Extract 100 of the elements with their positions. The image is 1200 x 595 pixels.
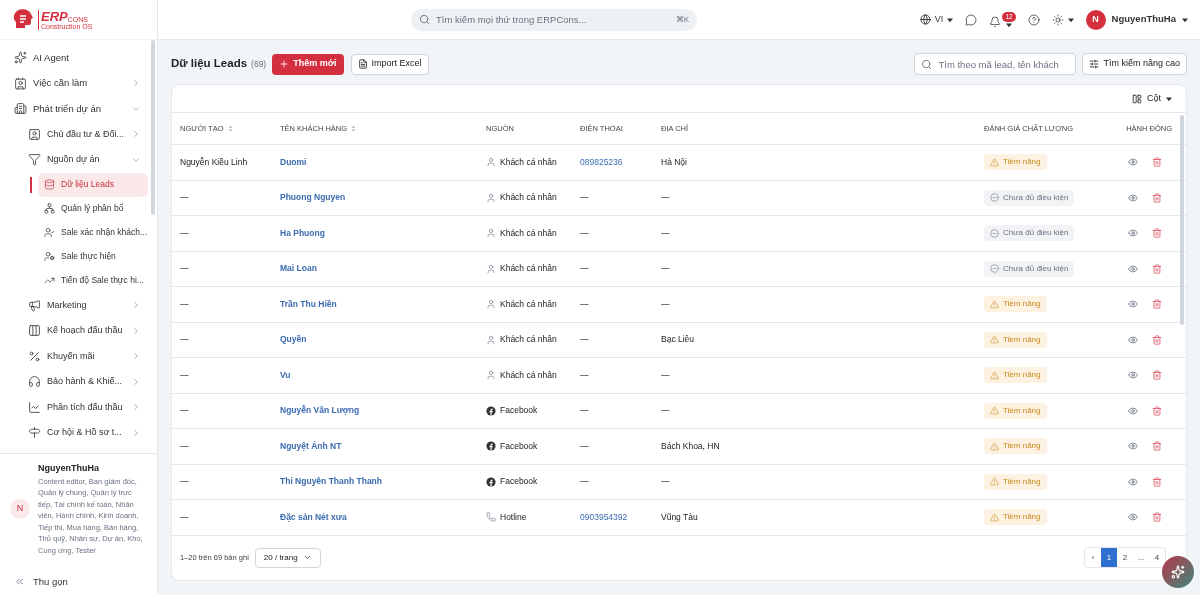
user-check-icon xyxy=(44,227,55,238)
source-label: Khách cá nhân xyxy=(500,368,557,382)
table-cell: — xyxy=(661,263,670,274)
add-button[interactable]: Thêm mới xyxy=(272,53,344,75)
user-avatar: N xyxy=(10,499,30,519)
status-badge: Chưa đủ điều kiện xyxy=(984,189,1075,206)
customer-link[interactable]: Trần Thu Hiền xyxy=(280,298,337,309)
bell-icon[interactable] xyxy=(989,15,1002,28)
customer-link[interactable]: Vu xyxy=(280,369,291,380)
source-label: Facebook xyxy=(500,439,538,453)
signpost-icon xyxy=(28,426,41,440)
view-icon[interactable] xyxy=(1128,441,1138,452)
source-label: Khách cá nhân xyxy=(500,262,557,276)
source-label: Khách cá nhân xyxy=(500,155,557,169)
delete-icon[interactable] xyxy=(1152,263,1162,274)
delete-icon[interactable] xyxy=(1152,370,1162,381)
sidebar-item[interactable]: Quản lý phân bổ xyxy=(38,196,148,221)
user-gear-icon xyxy=(44,251,55,262)
sidebar-item[interactable]: Sale thực hiện xyxy=(38,244,148,269)
customer-link[interactable]: Duomi xyxy=(280,156,307,167)
delete-icon[interactable] xyxy=(1152,476,1162,487)
sidebar-item[interactable]: Phát triển dự án xyxy=(0,96,145,122)
customer-link[interactable]: Đặc sản Nét xưa xyxy=(280,511,347,522)
table-cell: — xyxy=(180,192,189,203)
sidebar-item[interactable]: Chủ đầu tư & Đối... xyxy=(0,121,145,147)
customer-link[interactable]: Ha Phuong xyxy=(280,227,325,238)
page-button[interactable]: 2 xyxy=(1117,548,1133,568)
phone-number: 089825236 xyxy=(580,156,623,167)
view-icon[interactable] xyxy=(1128,228,1138,239)
view-icon[interactable] xyxy=(1128,334,1138,345)
table-cell: — xyxy=(661,192,670,203)
caret-icon xyxy=(947,16,954,23)
status-badge: Chưa đủ điều kiện xyxy=(984,225,1075,242)
table-cell: — xyxy=(180,263,189,274)
user-name: NguyenThuHa xyxy=(38,462,100,475)
page-button[interactable]: 1 xyxy=(1101,548,1117,568)
source-label: Facebook xyxy=(500,404,538,418)
sidebar-item[interactable]: Sale xác nhận khách... xyxy=(38,220,148,245)
delete-icon[interactable] xyxy=(1152,334,1162,345)
sidebar-item[interactable]: AI Agent xyxy=(0,45,145,71)
sidebar-item[interactable]: Marketing xyxy=(0,292,145,318)
phone-number: — xyxy=(580,334,589,345)
language-selector[interactable]: VI xyxy=(919,12,954,27)
customer-link[interactable]: Phuong Nguyen xyxy=(280,192,346,203)
customer-link[interactable]: Nguyễn Văn Lượng xyxy=(280,405,360,416)
view-icon[interactable] xyxy=(1128,192,1138,203)
phone-icon xyxy=(486,512,496,523)
chat-icon[interactable] xyxy=(965,13,978,26)
help-icon[interactable] xyxy=(1027,13,1040,26)
page-button[interactable]: 4 xyxy=(1149,548,1165,568)
view-icon[interactable] xyxy=(1128,370,1138,381)
view-icon[interactable] xyxy=(1128,157,1138,168)
view-icon[interactable] xyxy=(1128,299,1138,310)
sidebar-item[interactable]: Việc cần làm xyxy=(0,70,145,96)
global-search-field[interactable]: Tìm kiếm mọi thứ trong ERPCons... xyxy=(436,8,670,31)
facebook-icon xyxy=(486,405,496,416)
page-size-select[interactable]: 20 / trang xyxy=(254,547,321,568)
view-icon[interactable] xyxy=(1128,405,1138,416)
delete-icon[interactable] xyxy=(1152,441,1162,452)
delete-icon[interactable] xyxy=(1152,512,1162,523)
sidebar-item[interactable]: Bảo hành & Khiế... xyxy=(0,369,145,395)
columns-button[interactable]: Cột xyxy=(1128,91,1176,106)
search-bar[interactable]: Tìm theo mã lead, tên khách xyxy=(914,53,1077,75)
theme-button[interactable] xyxy=(1051,13,1074,26)
delete-icon[interactable] xyxy=(1152,299,1162,310)
advanced-search-button[interactable]: Tìm kiếm nâng cao xyxy=(1082,53,1187,75)
sidebar-item[interactable]: Dữ liệu Leads xyxy=(38,172,148,197)
customer-link[interactable]: Quyền xyxy=(280,334,307,345)
search-bar[interactable]: Tìm kiếm mọi thứ trong ERPCons... ⌘K xyxy=(411,8,697,31)
delete-icon[interactable] xyxy=(1152,405,1162,416)
customer-link[interactable]: Thi Nguyên Thanh Thanh xyxy=(280,476,382,487)
sidebar-item[interactable]: Nguồn dự án xyxy=(0,147,145,173)
view-icon[interactable] xyxy=(1128,476,1138,487)
source-label: Khách cá nhân xyxy=(500,191,557,205)
sidebar-item[interactable]: Kế hoạch đấu thầu xyxy=(0,318,145,344)
delete-icon[interactable] xyxy=(1152,228,1162,239)
delete-icon[interactable] xyxy=(1152,192,1162,203)
sidebar-item[interactable]: Cơ hội & Hồ sơ t... xyxy=(0,420,145,446)
customer-link[interactable]: Nguyệt Ánh NT xyxy=(280,440,342,451)
collapse-button[interactable]: Thu gọn xyxy=(10,574,147,589)
page-button[interactable]: ‹ xyxy=(1085,548,1101,568)
view-icon[interactable] xyxy=(1128,263,1138,274)
user-menu[interactable]: N NguyenThuHa xyxy=(1085,9,1188,30)
lead-search-field[interactable]: Tìm theo mã lead, tên khách xyxy=(938,54,1070,74)
facebook-icon xyxy=(486,441,496,452)
person-icon xyxy=(486,228,496,239)
delete-icon[interactable] xyxy=(1152,157,1162,168)
sidebar-item[interactable]: Tiến độ Sale thực hi... xyxy=(38,268,148,293)
customer-link[interactable]: Mai Loan xyxy=(280,263,317,274)
phone-number: — xyxy=(580,192,589,203)
page-button[interactable]: ... xyxy=(1133,548,1149,568)
status-badge: Tiềm năng xyxy=(984,473,1047,490)
sidebar-item[interactable]: Khuyến mãi xyxy=(0,343,145,369)
buildings-icon xyxy=(14,102,27,116)
view-icon[interactable] xyxy=(1128,512,1138,523)
shortcut-hint: ⌘K xyxy=(675,13,689,26)
caret-icon xyxy=(1067,16,1074,23)
sidebar-item[interactable]: Phân tích đấu thầu xyxy=(0,394,145,420)
ai-assistant-button[interactable] xyxy=(1162,556,1194,588)
import-button[interactable]: Import Excel xyxy=(350,53,429,75)
